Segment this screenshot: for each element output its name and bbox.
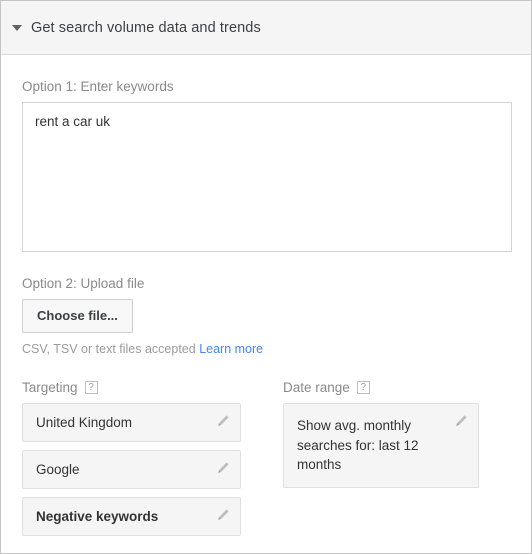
search-volume-panel: Get search volume data and trends Option… — [0, 0, 532, 554]
targeting-row-label: Negative keywords — [36, 509, 159, 524]
date-range-help-icon[interactable]: ? — [356, 381, 370, 394]
keywords-input[interactable] — [22, 102, 512, 252]
triangle-down-icon[interactable] — [12, 25, 22, 31]
targeting-label: Targeting ? — [22, 380, 241, 395]
targeting-row-negative-keywords[interactable]: Negative keywords — [22, 497, 241, 536]
choose-file-button[interactable]: Choose file... — [22, 299, 133, 333]
keywords-label: Option 1: Enter keywords — [22, 79, 510, 94]
targeting-row-label: Google — [36, 462, 80, 477]
date-range-column: Date range ? Show avg. monthly searches … — [283, 356, 479, 544]
file-hint-text: CSV, TSV or text files accepted — [22, 342, 196, 356]
page-title: Get search volume data and trends — [31, 19, 261, 36]
pencil-icon[interactable] — [216, 508, 230, 522]
upload-label-text: Option 2: Upload file — [22, 276, 145, 291]
pencil-icon[interactable] — [216, 414, 230, 428]
learn-more-link[interactable]: Learn more — [199, 342, 263, 356]
targeting-row-label: United Kingdom — [36, 415, 133, 430]
targeting-label-text: Targeting — [22, 380, 78, 395]
keywords-label-text: Option 1: Enter keywords — [22, 79, 174, 94]
pencil-icon[interactable] — [216, 461, 230, 475]
date-range-value[interactable]: Show avg. monthly searches for: last 12 … — [283, 403, 479, 488]
date-range-value-text: Show avg. monthly searches for: last 12 … — [297, 418, 419, 473]
upload-label: Option 2: Upload file — [22, 276, 510, 291]
date-range-label-text: Date range — [283, 380, 350, 395]
targeting-row-engine[interactable]: Google — [22, 450, 241, 489]
panel-body: Option 1: Enter keywords Option 2: Uploa… — [1, 79, 531, 553]
targeting-column: Targeting ? United Kingdom Google Negati… — [22, 356, 241, 544]
date-range-label: Date range ? — [283, 380, 479, 395]
panel-header[interactable]: Get search volume data and trends — [1, 1, 531, 55]
file-hint: CSV, TSV or text files accepted Learn mo… — [22, 342, 510, 356]
targeting-daterange-row: Targeting ? United Kingdom Google Negati… — [22, 356, 510, 544]
targeting-help-icon[interactable]: ? — [84, 381, 98, 394]
pencil-icon[interactable] — [454, 414, 468, 428]
targeting-row-location[interactable]: United Kingdom — [22, 403, 241, 442]
